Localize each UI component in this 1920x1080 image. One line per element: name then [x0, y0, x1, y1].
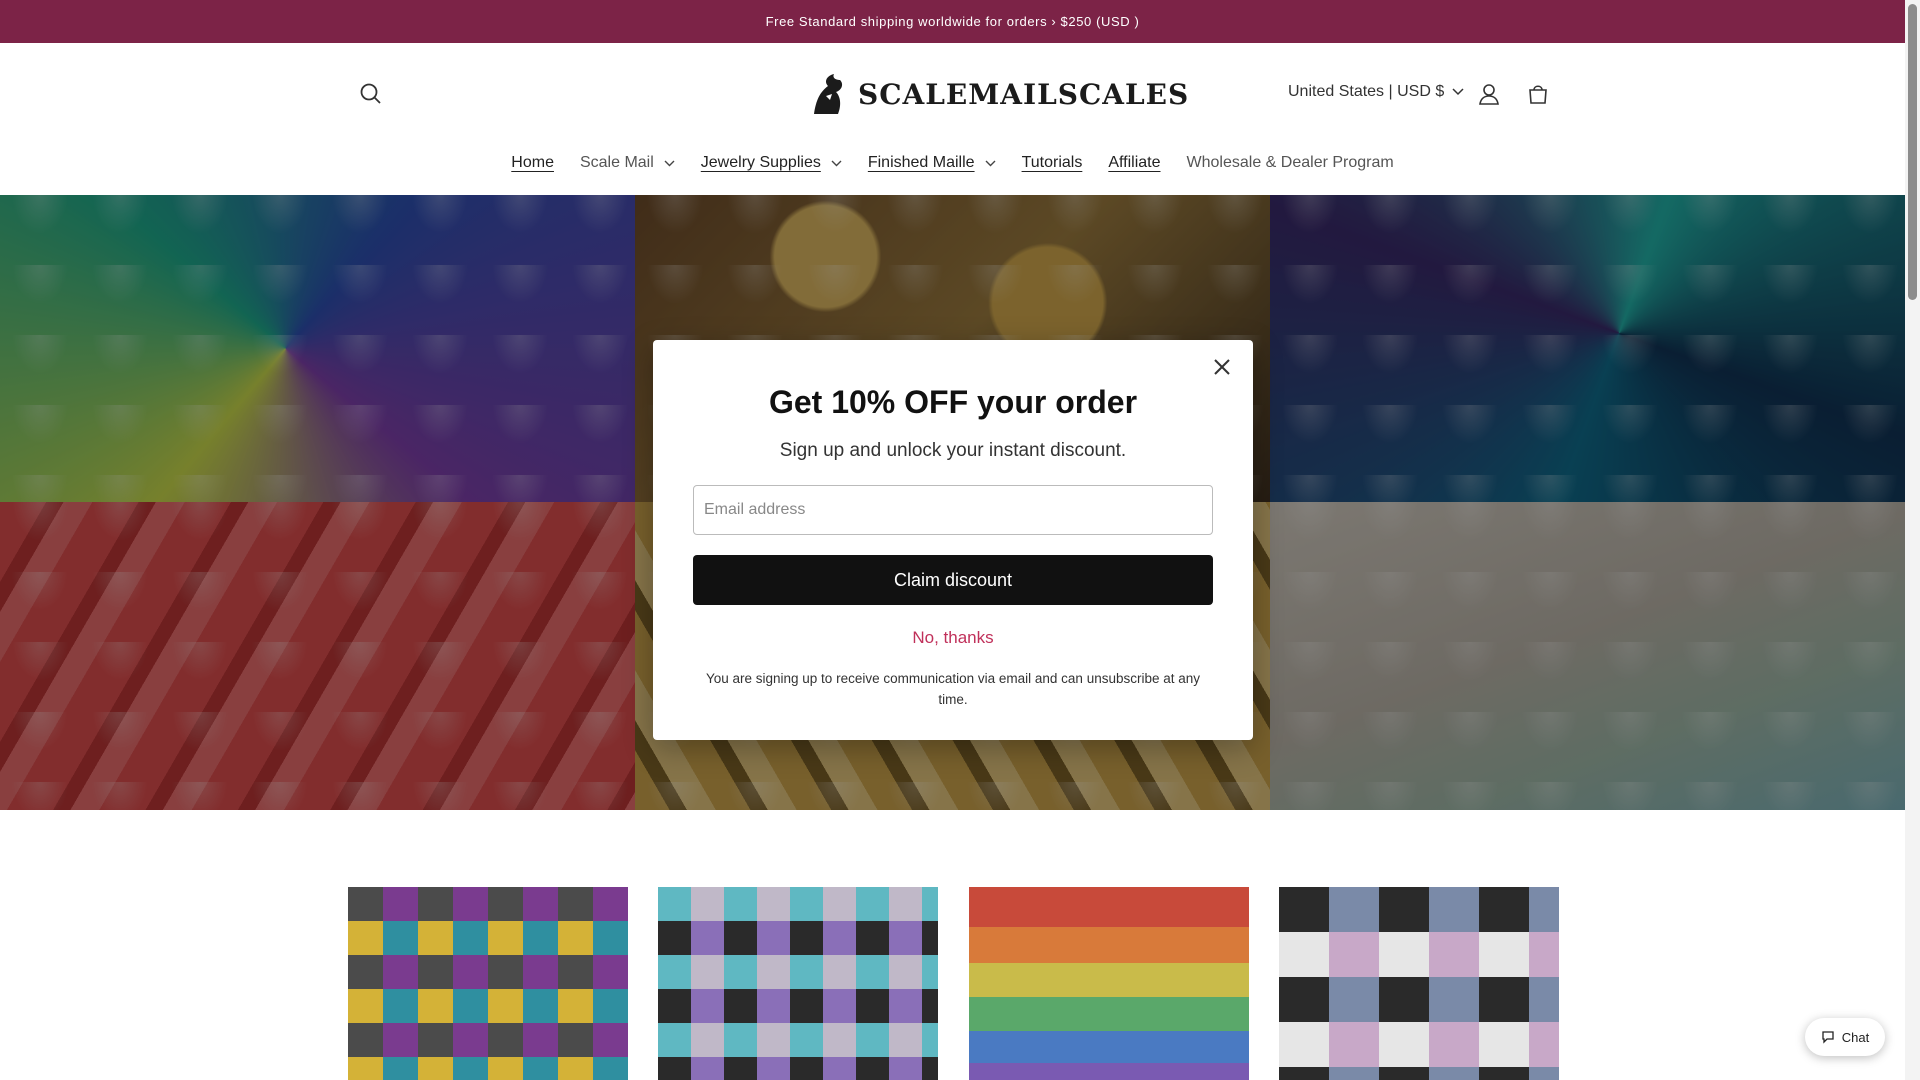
scrollbar-thumb[interactable]	[1908, 4, 1917, 300]
claim-discount-button[interactable]: Claim discount	[693, 555, 1213, 605]
chat-bubble-icon	[1822, 1031, 1834, 1044]
popup-legal-text: You are signing up to receive communicat…	[705, 671, 1201, 707]
chat-button[interactable]: Chat	[1805, 1018, 1885, 1056]
close-icon[interactable]	[1207, 352, 1237, 382]
chat-label: Chat	[1841, 1029, 1870, 1045]
no-thanks-link[interactable]: No, thanks	[653, 628, 1253, 648]
email-field[interactable]	[693, 485, 1213, 535]
popup-subtitle: Sign up and unlock your instant discount…	[779, 440, 1127, 461]
page-scrollbar[interactable]	[1905, 0, 1920, 1080]
discount-popup: Get 10% OFF your order Sign up and unloc…	[653, 340, 1253, 740]
popup-title: Get 10% OFF your order	[768, 384, 1138, 420]
